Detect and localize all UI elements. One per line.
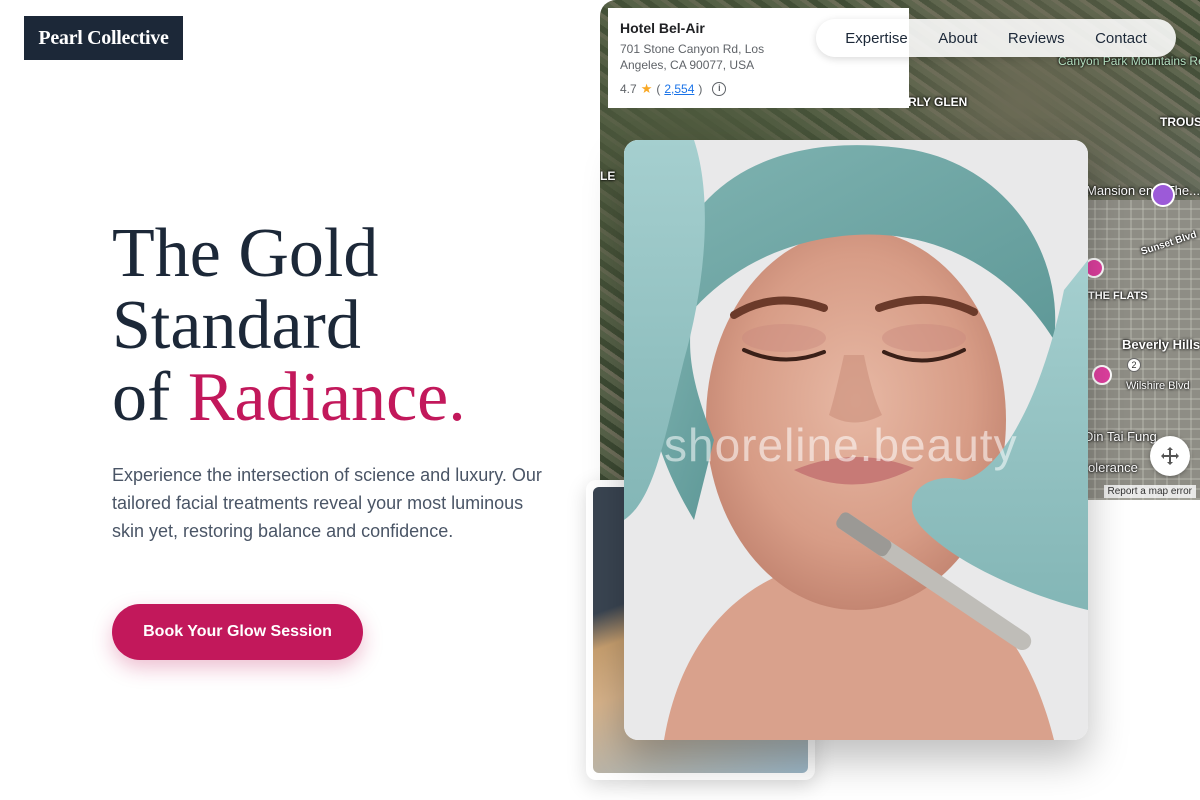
hero-title-line-2: Standard <box>112 287 361 364</box>
map-label-mansion: Mansion ens: The... <box>1086 183 1200 198</box>
brand-logo[interactable]: Pearl Collective <box>24 16 183 60</box>
hero-title-line-1: The Gold <box>112 215 379 292</box>
expand-arrows-icon <box>1161 447 1179 465</box>
reviews-open-paren: ( <box>656 82 661 96</box>
photo-watermark: shoreline.beauty <box>664 419 1018 471</box>
map-label-le: LE <box>600 169 616 183</box>
star-icon: ★ <box>640 81 653 96</box>
map-label-din-tai-fung: Din Tai Fung <box>1084 429 1157 444</box>
map-label-beverly-hills: Beverly Hills <box>1122 337 1200 352</box>
hero-title: The Gold Standard of Radiance. <box>112 218 572 434</box>
main-treatment-photo: shoreline.beauty <box>624 140 1088 740</box>
info-icon[interactable]: i <box>712 82 727 96</box>
nav-item-contact[interactable]: Contact <box>1095 30 1147 47</box>
map-label-the-flats: THE FLATS <box>1088 290 1148 302</box>
hero-description: Experience the intersection of science a… <box>112 465 542 541</box>
place-address: 701 Stone Canyon Rd, Los Angeles, CA 900… <box>620 42 765 72</box>
map-label-wilshire: Wilshire Blvd <box>1126 380 1190 392</box>
map-fullscreen-button[interactable] <box>1150 436 1190 476</box>
cluster-pin-icon[interactable]: 2 <box>1127 358 1141 372</box>
nav-item-about[interactable]: About <box>938 30 977 47</box>
map-label-trousdale: TROUS ESTA <box>1160 115 1200 129</box>
hero-title-accent: Radiance. <box>187 359 466 436</box>
main-nav: Expertise About Reviews Contact <box>816 19 1176 57</box>
hotel-pin-icon[interactable] <box>1092 365 1112 385</box>
map-label-tolerance: olerance <box>1088 460 1138 475</box>
nav-item-expertise[interactable]: Expertise <box>845 30 908 47</box>
map-label-beverly-glen: RLY GLEN <box>908 95 968 109</box>
map-report-error-link[interactable]: Report a map error <box>1103 485 1196 498</box>
reviews-close-paren: ) <box>698 82 703 96</box>
nav-item-reviews[interactable]: Reviews <box>1008 30 1065 47</box>
place-rating-row: 4.7 ★ (2,554) i <box>620 81 897 97</box>
book-session-button[interactable]: Book Your Glow Session <box>112 604 363 660</box>
museum-pin-icon[interactable] <box>1151 183 1175 207</box>
hero-title-line-3-prefix: of <box>112 359 188 436</box>
place-reviews-link[interactable]: 2,554 <box>664 82 694 96</box>
place-rating-value: 4.7 <box>620 82 637 96</box>
